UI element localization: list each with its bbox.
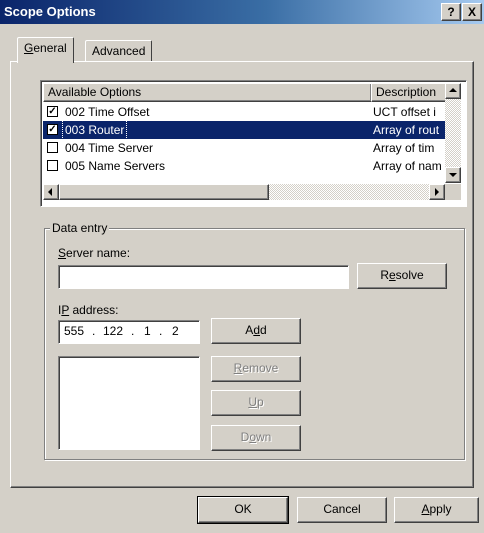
checkbox-004[interactable] [47, 142, 58, 153]
tab-general-label: eneral [33, 41, 67, 55]
server-name-input[interactable] [58, 265, 349, 289]
up-button[interactable]: Up [211, 390, 301, 416]
close-button[interactable]: X [462, 3, 482, 21]
close-icon: X [467, 5, 476, 19]
list-item-selected[interactable]: ✓ 003 Router Array of rout [43, 120, 445, 140]
server-name-label: Server name: [58, 246, 131, 260]
tab-advanced[interactable]: Advanced [85, 40, 153, 62]
tab-general[interactable]: General [17, 37, 74, 63]
checkbox-002[interactable]: ✓ [47, 106, 58, 117]
ip-octet-3[interactable]: 1 [144, 324, 151, 338]
option-description: Array of rout [373, 123, 440, 137]
header-description[interactable]: Description [371, 83, 449, 102]
option-name: 004 Time Server [65, 141, 154, 155]
ip-octet-1[interactable]: 555 [64, 324, 84, 338]
option-description: Array of tim [373, 141, 435, 155]
tab-general-mnemonic: G [24, 41, 34, 55]
resolve-button[interactable]: Resolve [357, 263, 447, 289]
apply-button[interactable]: Apply [394, 497, 479, 523]
arrow-down-icon [449, 173, 457, 177]
header-description-label: Description [376, 85, 437, 99]
arrow-left-icon [48, 188, 52, 196]
header-available-options[interactable]: Available Options [43, 83, 372, 102]
help-icon: ? [447, 5, 455, 19]
header-available-options-label: Available Options [48, 85, 142, 99]
horizontal-scroll-thumb[interactable] [59, 184, 269, 200]
down-button[interactable]: Down [211, 425, 301, 451]
arrow-up-icon [449, 88, 457, 92]
scroll-up-button[interactable] [445, 83, 461, 99]
data-entry-legend: Data entry [50, 221, 110, 235]
scroll-right-button[interactable] [429, 184, 445, 200]
ip-octet-4[interactable]: 2 [172, 324, 179, 338]
ip-address-list[interactable] [58, 356, 200, 450]
remove-button[interactable]: Remove [211, 356, 301, 382]
tab-advanced-label: Advanced [92, 44, 146, 58]
arrow-right-icon [435, 188, 439, 196]
list-item[interactable]: ✓ 002 Time Offset UCT offset i [43, 103, 445, 121]
checkbox-005[interactable] [47, 160, 58, 171]
ip-octet-2[interactable]: 122 [103, 324, 123, 338]
option-name: 005 Name Servers [65, 159, 166, 173]
ok-button[interactable]: OK [197, 496, 289, 524]
checkbox-003[interactable]: ✓ [47, 124, 58, 135]
option-description: UCT offset i [373, 105, 436, 119]
scroll-down-button[interactable] [445, 167, 461, 183]
cancel-button[interactable]: Cancel [297, 497, 387, 523]
scroll-corner [445, 184, 461, 200]
option-name: 003 Router [61, 120, 128, 140]
scope-options-dialog: Scope Options ? X General Advanced Avail… [0, 0, 484, 533]
available-options-list[interactable]: Available Options Description ✓ 002 Time… [40, 80, 467, 207]
option-name: 002 Time Offset [65, 105, 150, 119]
option-description: Array of nam [373, 159, 442, 173]
add-button[interactable]: Add [211, 318, 301, 344]
help-button[interactable]: ? [441, 3, 461, 21]
list-item[interactable]: 005 Name Servers Array of nam [43, 157, 445, 175]
scroll-left-button[interactable] [43, 184, 59, 200]
ip-address-label: IP address: [58, 303, 119, 317]
list-item[interactable]: 004 Time Server Array of tim [43, 139, 445, 157]
ip-address-input[interactable]: 555 . 122 . 1 . 2 [58, 320, 200, 344]
window-title: Scope Options [4, 4, 96, 19]
title-bar[interactable]: Scope Options ? X [0, 0, 484, 24]
